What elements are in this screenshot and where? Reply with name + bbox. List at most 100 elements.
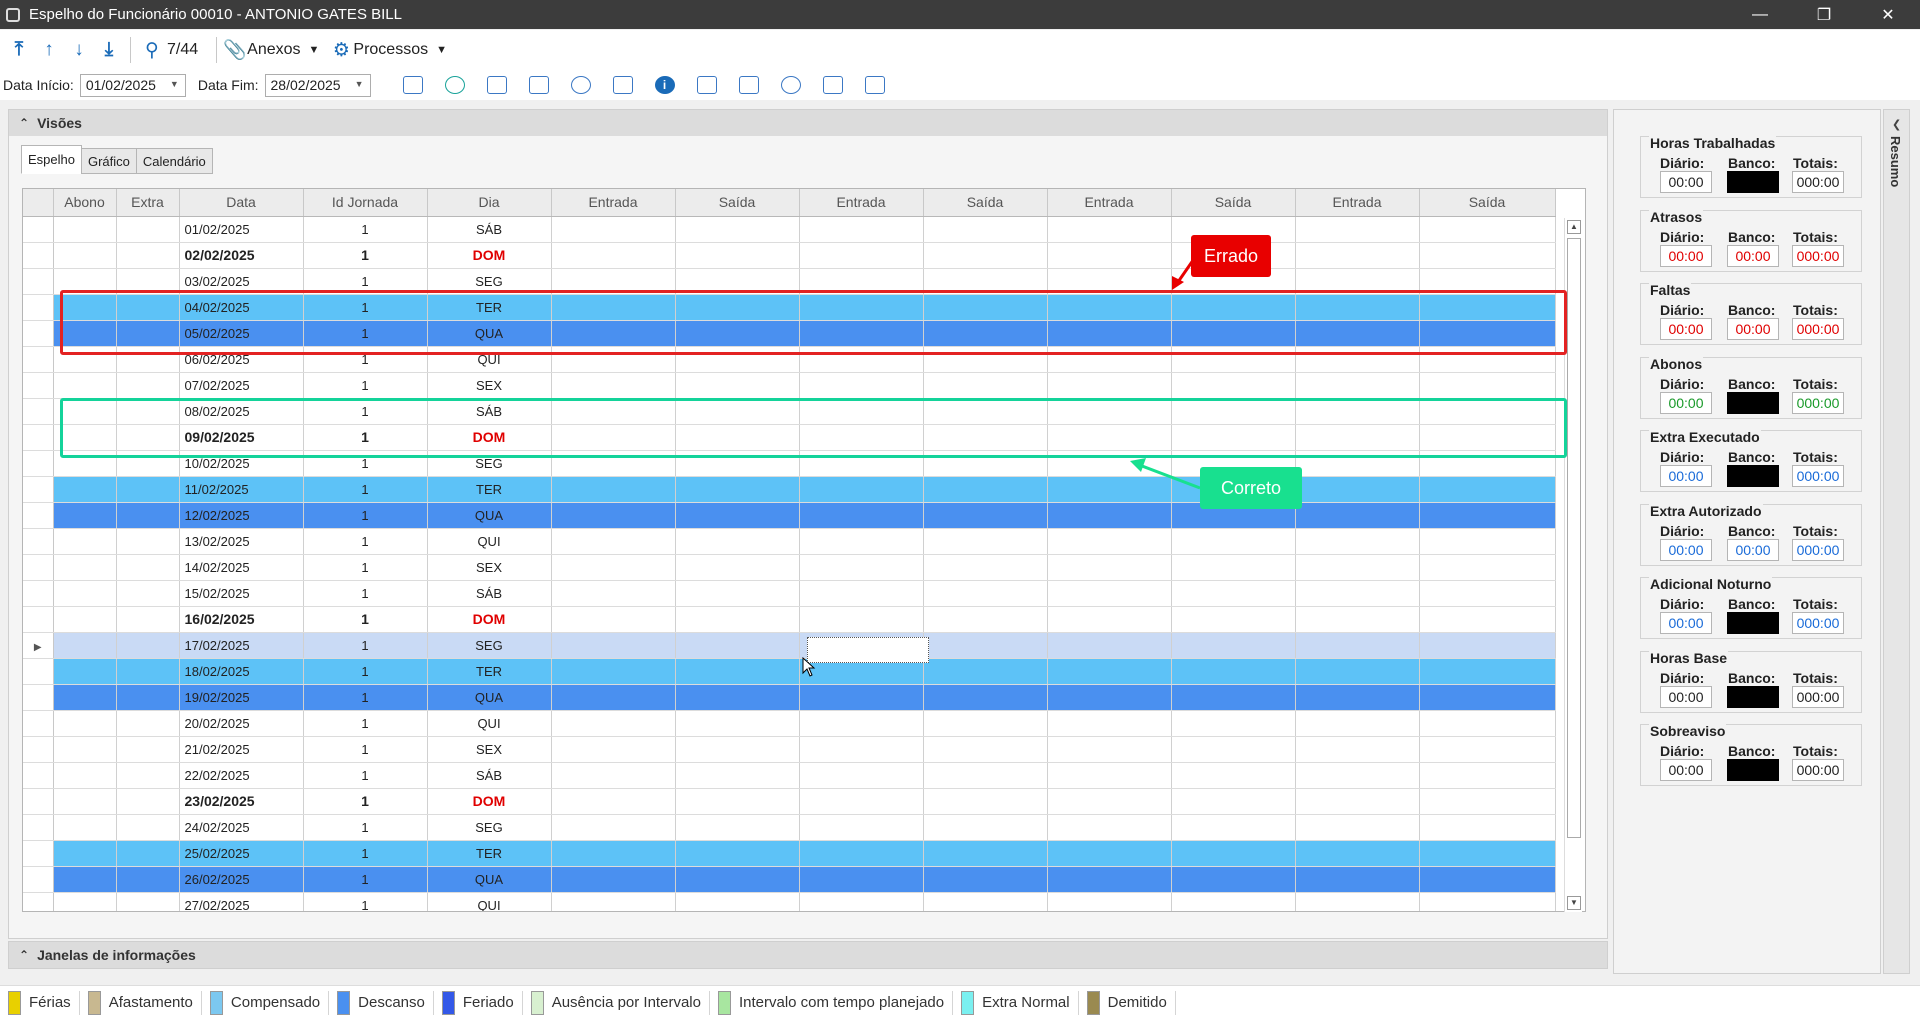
tab-calendario[interactable]: Calendário	[135, 148, 213, 174]
row-indicator[interactable]	[23, 242, 54, 269]
jornada-cell[interactable]: 1	[303, 502, 428, 529]
day-cell[interactable]: SÁB	[427, 216, 552, 243]
resumo-side-tab[interactable]: ❮ Resumo	[1883, 109, 1910, 974]
row-indicator[interactable]	[23, 476, 54, 503]
calculator-icon[interactable]	[822, 76, 843, 94]
punch-cell[interactable]	[1171, 684, 1296, 711]
punch-cell[interactable]	[1295, 372, 1420, 399]
table-row[interactable]: 19/02/2025 1 QUA	[23, 684, 1556, 711]
paperclip-icon[interactable]: 📎	[223, 38, 247, 62]
punch-cell[interactable]	[923, 476, 1048, 503]
gear-icon[interactable]: ⚙	[329, 39, 353, 62]
punch-cell[interactable]	[675, 216, 800, 243]
punch-cell[interactable]	[675, 554, 800, 581]
day-cell[interactable]: TER	[427, 476, 552, 503]
date-cell[interactable]: 16/02/2025	[179, 606, 304, 633]
punch-cell[interactable]	[799, 866, 924, 893]
row-indicator[interactable]	[23, 398, 54, 425]
punch-cell[interactable]	[551, 632, 676, 659]
punch-cell[interactable]	[923, 580, 1048, 607]
punch-cell[interactable]	[1419, 606, 1556, 633]
jornada-cell[interactable]: 1	[303, 528, 428, 555]
punch-cell[interactable]	[675, 658, 800, 685]
extra-cell[interactable]	[116, 684, 180, 711]
punch-cell[interactable]	[923, 372, 1048, 399]
table-row[interactable]: 12/02/2025 1 QUA	[23, 502, 1556, 529]
punch-cell[interactable]	[675, 632, 800, 659]
abono-cell[interactable]	[53, 710, 117, 737]
day-cell[interactable]: QUI	[427, 710, 552, 737]
table-row[interactable]: ▶ 17/02/2025 1 SEG	[23, 632, 1556, 659]
extra-cell[interactable]	[116, 528, 180, 555]
punch-cell[interactable]	[1295, 502, 1420, 529]
column-header-saída[interactable]: Saída	[1419, 189, 1556, 217]
punch-cell[interactable]	[675, 736, 800, 763]
column-header-id-jornada[interactable]: Id Jornada	[303, 189, 428, 217]
punch-cell[interactable]	[1295, 580, 1420, 607]
row-indicator[interactable]	[23, 892, 54, 911]
punch-cell[interactable]	[1295, 814, 1420, 841]
jornada-cell[interactable]: 1	[303, 554, 428, 581]
extra-cell[interactable]	[116, 372, 180, 399]
punch-cell[interactable]	[551, 736, 676, 763]
punch-cell[interactable]	[551, 684, 676, 711]
punch-cell[interactable]	[551, 762, 676, 789]
punch-cell[interactable]	[675, 580, 800, 607]
punch-cell[interactable]	[1295, 216, 1420, 243]
punch-cell[interactable]	[1295, 606, 1420, 633]
table-row[interactable]: 14/02/2025 1 SEX	[23, 554, 1556, 581]
row-indicator[interactable]: ▶	[23, 632, 54, 659]
punch-cell[interactable]	[1171, 710, 1296, 737]
table-row[interactable]: 26/02/2025 1 QUA	[23, 866, 1556, 893]
punch-cell[interactable]	[1295, 658, 1420, 685]
row-indicator[interactable]	[23, 268, 54, 295]
punch-cell[interactable]	[1295, 554, 1420, 581]
anexos-menu[interactable]: Anexos	[247, 41, 300, 59]
table-row[interactable]: 21/02/2025 1 SEX	[23, 736, 1556, 763]
day-cell[interactable]: QUA	[427, 684, 552, 711]
badge-icon[interactable]	[696, 76, 717, 94]
extra-cell[interactable]	[116, 892, 180, 911]
active-cell-editor[interactable]	[807, 637, 929, 663]
punch-cell[interactable]	[1171, 372, 1296, 399]
punch-cell[interactable]	[799, 736, 924, 763]
extra-cell[interactable]	[116, 710, 180, 737]
punch-cell[interactable]	[923, 866, 1048, 893]
abono-cell[interactable]	[53, 476, 117, 503]
day-cell[interactable]: SEG	[427, 632, 552, 659]
extra-cell[interactable]	[116, 580, 180, 607]
date-cell[interactable]: 22/02/2025	[179, 762, 304, 789]
punch-cell[interactable]	[799, 216, 924, 243]
punch-cell[interactable]	[551, 554, 676, 581]
punch-cell[interactable]	[1295, 762, 1420, 789]
refresh-icon[interactable]	[444, 76, 465, 94]
row-indicator[interactable]	[23, 840, 54, 867]
row-indicator[interactable]	[23, 372, 54, 399]
punch-cell[interactable]	[675, 814, 800, 841]
column-header-entrada[interactable]: Entrada	[1295, 189, 1420, 217]
jornada-cell[interactable]: 1	[303, 736, 428, 763]
column-header-saída[interactable]: Saída	[1171, 189, 1296, 217]
punch-cell[interactable]	[551, 840, 676, 867]
abono-cell[interactable]	[53, 684, 117, 711]
search-icon[interactable]: ⚲	[137, 39, 167, 62]
day-cell[interactable]: DOM	[427, 606, 552, 633]
punch-cell[interactable]	[1171, 866, 1296, 893]
abono-cell[interactable]	[53, 892, 117, 911]
punch-cell[interactable]	[923, 528, 1048, 555]
row-indicator[interactable]	[23, 606, 54, 633]
punch-cell[interactable]	[1295, 684, 1420, 711]
punch-cell[interactable]	[1047, 606, 1172, 633]
punch-cell[interactable]	[1047, 216, 1172, 243]
day-cell[interactable]: DOM	[427, 242, 552, 269]
punch-cell[interactable]	[1419, 840, 1556, 867]
row-indicator[interactable]	[23, 658, 54, 685]
visoes-header[interactable]: ⌃ Visões	[9, 110, 1607, 136]
column-header-saída[interactable]: Saída	[923, 189, 1048, 217]
jornada-cell[interactable]: 1	[303, 580, 428, 607]
punch-cell[interactable]	[799, 528, 924, 555]
close-button[interactable]: ✕	[1856, 0, 1920, 29]
end-date-input[interactable]: 28/02/2025 ▼	[264, 73, 371, 97]
punch-cell[interactable]	[1419, 762, 1556, 789]
table-row[interactable]: 01/02/2025 1 SÁB	[23, 216, 1556, 243]
